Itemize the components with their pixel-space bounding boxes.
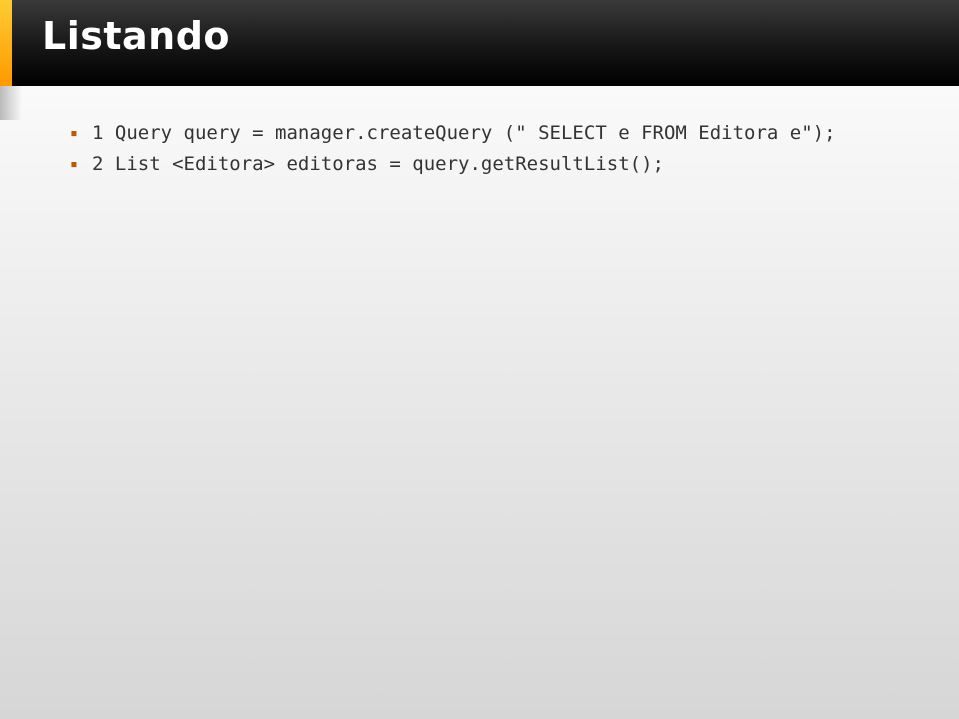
- slide-header: Listando: [0, 0, 959, 86]
- accent-bar: [0, 0, 12, 86]
- slide-content: 1 Query query = manager.createQuery (" S…: [0, 86, 959, 181]
- code-line: 1 Query query = manager.createQuery (" S…: [70, 118, 911, 149]
- slide-title: Listando: [42, 14, 230, 58]
- code-line: 2 List <Editora> editoras = query.getRes…: [70, 149, 911, 180]
